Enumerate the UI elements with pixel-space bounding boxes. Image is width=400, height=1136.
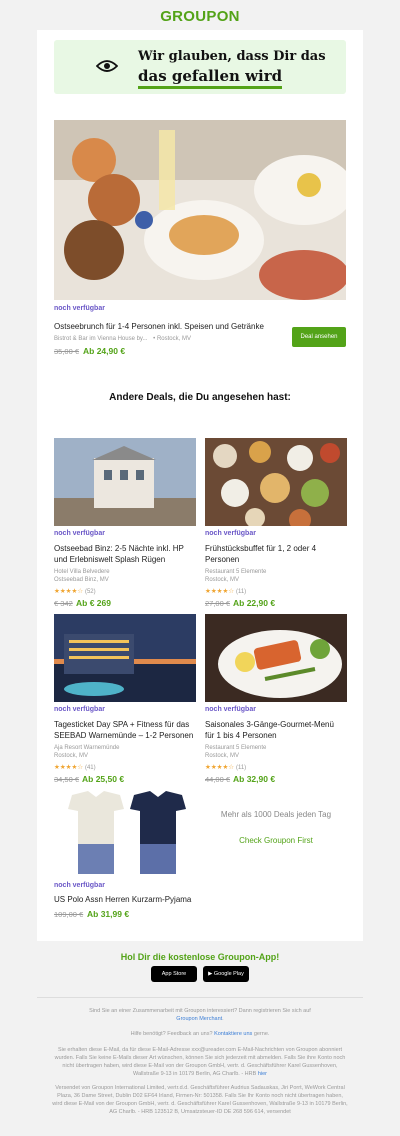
unsubscribe-link[interactable]: hier [258,1071,267,1077]
deal-image-gourmet[interactable] [205,614,347,702]
help-text: Hilfe benötigt? Feedback an uns? Kontakt… [52,1030,348,1038]
merchant-location: Rostock, MV [54,753,89,759]
deal-merchant: Restaurant 5 Elemente Rostock, MV [205,744,266,760]
merchant-name: Restaurant 5 Elemente [205,745,267,751]
deal-availability: noch verfügbar [54,706,105,713]
banner-headline-2: das gefallen wird [138,67,283,85]
check-groupon-first-link[interactable]: Check Groupon First [205,836,347,845]
deal-image-pyjama[interactable] [54,789,196,879]
deal-new-price: Ab 25,50 € [82,774,125,784]
deal-merchant: Aja Resort Warnemünde Rostock, MV [54,744,119,760]
merchant-location: Rostock, MV [156,336,191,342]
rating-stars: ★★★★☆ (41) [54,763,96,771]
merchant-location: Rostock, MV [205,577,240,583]
merchant-question: Sind Sie an einer Zusammenarbeit mit Gro… [89,1008,311,1014]
footer-divider [37,997,363,998]
deal-availability: noch verfügbar [205,706,256,713]
merchant-name: Aja Resort Warnemünde [54,745,120,751]
merchant-location: Rostock, MV [205,753,240,759]
deal-availability: noch verfügbar [205,530,256,537]
merchant-signup-text: Sind Sie an einer Zusammenarbeit mit Gro… [89,1008,311,1022]
review-count: (52) [84,589,96,595]
view-deal-button[interactable]: Deal ansehen [292,327,346,347]
rating-stars: ★★★★☆ (11) [205,763,246,771]
rating-stars: ★★★★☆ (52) [54,587,96,595]
merchant-name: Restaurant 5 Elemente [205,569,267,575]
star-icons: ★★★★☆ [54,588,84,595]
deal-title-line: Saisonales 3-Gänge-Gourmet-Menü [205,720,334,729]
section-title: Andere Deals, die Du angesehen hast: [109,392,291,403]
deal-title[interactable]: Frühstücksbuffet für 1, 2 oder 4 Personen [205,543,355,565]
deal-title[interactable]: Ostseebad Binz: 2-5 Nächte inkl. HP und E… [54,543,204,565]
groupon-merchant-link[interactable]: Groupon Merchant [176,1016,222,1022]
star-icons: ★★★★☆ [54,764,84,771]
deal-old-price: 44,00 € [205,775,231,784]
eye-icon [96,60,118,72]
merchant-name: Bistrot & Bar im Vienna House by... [54,336,148,342]
deal-old-price: 34,50 € [54,775,80,784]
review-count: (11) [235,765,247,771]
deal-title-line: Personen [205,555,240,564]
email-card: Wir glauben, dass Dir das das gefallen w… [37,30,363,941]
deal-merchant: Hotel Villa Belvedere Ostseebad Binz, MV [54,568,110,584]
deal-title-line: Tagesticket Day SPA + Fitness für das [54,720,190,729]
unsubscribe-text: Sie erhalten diese E-Mail, da für diese … [52,1046,348,1078]
deal-merchant: Restaurant 5 Elemente Rostock, MV [205,568,266,584]
deal-availability: noch verfügbar [54,530,105,537]
deal-title[interactable]: Saisonales 3-Gänge-Gourmet-Menü für 1 bis… [205,719,355,741]
banner-underline [138,86,282,89]
help-question: Hilfe benötigt? Feedback an uns? [130,1031,213,1037]
contact-us-link[interactable]: Kontaktiere uns [214,1031,252,1037]
merchant-location: Ostseebad Binz, MV [54,577,109,583]
unsubscribe-body: Sie erhalten diese E-Mail, da für diese … [54,1047,346,1077]
review-count: (11) [235,589,247,595]
deal-new-price: Ab 32,90 € [233,774,276,784]
deal-title[interactable]: Tagesticket Day SPA + Fitness für das SEE… [54,719,204,741]
google-play-badge[interactable]: ▶ Google Play [203,966,249,982]
deal-title-line: SEEBAD Warnemünde – 1-2 Personen [54,731,194,740]
deal-new-price: Ab € 269 [76,598,111,608]
deal-image-hotel[interactable] [54,438,196,526]
hero-deal-image[interactable] [54,120,346,300]
deal-old-price: 27,00 € [205,599,231,608]
more-deals-text: Mehr als 1000 Deals jeden Tag [220,810,332,819]
deal-title[interactable]: US Polo Assn Herren Kurzarm-Pyjama [54,894,204,905]
google-play-label: Google Play [213,971,244,977]
banner-headline-1: Wir glauben, dass Dir das [138,49,326,64]
help-suffix: gerne. [253,1031,270,1037]
deal-title-line: für 1 bis 4 Personen [205,731,277,740]
star-icons: ★★★★☆ [205,764,235,771]
deal-image-spa[interactable] [54,614,196,702]
deal-image-buffet[interactable] [205,438,347,526]
deal-title-line: Ostseebad Binz: 2-5 Nächte inkl. HP [54,544,184,553]
availability-label: noch verfügbar [54,305,105,312]
groupon-logo[interactable]: GROUPON [0,8,400,25]
star-icons: ★★★★☆ [205,588,235,595]
play-icon: ▶ [208,971,213,977]
app-store-label: App Store [161,971,187,977]
deal-new-price: Ab 22,90 € [233,598,276,608]
location-pin-icon: • [153,336,156,342]
deal-old-price: € 342 [54,599,73,608]
deal-title-line: Frühstücksbuffet für 1, 2 oder 4 [205,544,317,553]
deal-availability: noch verfügbar [54,882,105,889]
app-store-badge[interactable]: App Store [151,966,197,982]
hero-new-price: Ab 24,90 € [83,346,126,356]
app-promo-title: Hol Dir die kostenlose Groupon-App! [120,952,280,962]
legal-text: Versendet von Groupon International Limi… [52,1085,348,1115]
deal-new-price: Ab 31,99 € [87,909,130,919]
deal-old-price: 109,00 € [54,910,84,919]
deal-title-line: und Erlebniswelt Splash Rügen [54,555,166,564]
hero-deal-merchant: Bistrot & Bar im Vienna House by... • Ro… [54,335,191,343]
hero-deal-title[interactable]: Ostseebrunch für 1-4 Personen inkl. Spei… [54,321,274,332]
rating-stars: ★★★★☆ (11) [205,587,246,595]
merchant-name: Hotel Villa Belvedere [54,569,110,575]
hero-old-price: 35,00 € [54,347,80,356]
review-count: (41) [84,765,96,771]
recommendation-banner: Wir glauben, dass Dir das das gefallen w… [54,40,346,94]
